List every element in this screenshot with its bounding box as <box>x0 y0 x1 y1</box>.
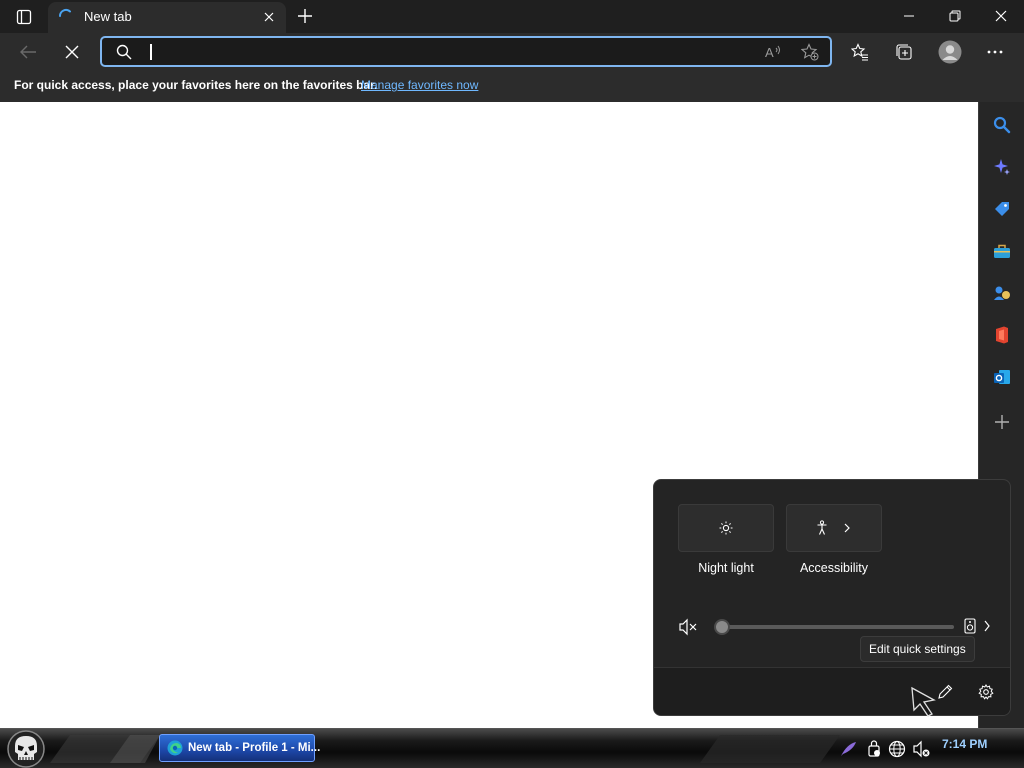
read-aloud-button[interactable]: A <box>764 43 784 61</box>
office-icon <box>996 326 1008 344</box>
browser-toolbar: A <box>0 33 1024 71</box>
sidebar-office-button[interactable] <box>987 320 1017 350</box>
plus-icon <box>995 415 1009 429</box>
tab-new-tab[interactable]: New tab <box>48 2 286 33</box>
favorites-bar: For quick access, place your favorites h… <box>0 71 1024 102</box>
settings-button[interactable] <box>972 678 1000 706</box>
sidebar-shopping-button[interactable] <box>987 194 1017 224</box>
profile-button[interactable] <box>935 37 965 67</box>
sidebar-add-button[interactable] <box>987 407 1017 437</box>
text-caret <box>150 44 152 60</box>
quick-settings-footer <box>654 667 1010 715</box>
accessibility-icon <box>817 520 827 535</box>
screen: New tab A For quick access, place your f… <box>0 0 1024 768</box>
taskbar-window-label: New tab - Profile 1 - Mi... <box>188 742 321 754</box>
tab-actions-button[interactable] <box>8 5 40 29</box>
tab-actions-icon <box>16 9 32 25</box>
speaker-muted-icon <box>913 740 930 758</box>
gear-icon <box>978 684 994 700</box>
sidebar-games-button[interactable] <box>987 278 1017 308</box>
globe-icon <box>888 740 906 758</box>
back-arrow-icon <box>20 45 36 59</box>
minimize-icon <box>904 15 914 17</box>
taskbar: New tab - Profile 1 - Mi... 7:14 PM <box>0 728 1024 768</box>
chevron-right-icon <box>844 523 850 533</box>
favorites-bar-message: For quick access, place your favorites h… <box>14 78 378 92</box>
speaker-muted-icon[interactable] <box>678 618 698 636</box>
taskbar-window-button[interactable]: New tab - Profile 1 - Mi... <box>159 734 320 762</box>
pencil-icon <box>938 684 953 699</box>
games-icon <box>994 286 1010 300</box>
toolbox-icon <box>994 244 1010 258</box>
svg-text:A: A <box>765 45 774 60</box>
browser-title-bar: New tab <box>0 0 1024 33</box>
quick-settings-panel: Night light Accessibility <box>653 479 1011 716</box>
restore-icon <box>949 10 961 22</box>
manage-favorites-link[interactable]: Manage favorites now <box>361 78 478 92</box>
search-icon <box>993 116 1011 134</box>
minimize-button[interactable] <box>886 0 932 32</box>
more-dots-icon <box>987 50 1003 54</box>
address-bar[interactable]: A <box>100 36 832 67</box>
tab-title: New tab <box>84 9 132 24</box>
sidebar-copilot-button[interactable] <box>987 152 1017 182</box>
avatar-icon <box>938 40 962 64</box>
search-icon <box>116 44 132 60</box>
close-icon <box>65 45 79 59</box>
taskbar-clock[interactable]: 7:14 PM <box>942 737 987 751</box>
restore-button[interactable] <box>932 0 978 32</box>
collections-button[interactable] <box>889 37 919 67</box>
accessibility-label: Accessibility <box>799 561 869 575</box>
chevron-right-icon[interactable] <box>982 620 992 632</box>
new-tab-button[interactable] <box>292 4 318 28</box>
tray-feather-icon[interactable] <box>838 739 858 759</box>
sidebar-outlook-button[interactable] <box>987 362 1017 392</box>
tray-volume-button[interactable] <box>912 739 932 759</box>
tray-battery-button[interactable] <box>864 739 884 759</box>
volume-slider-thumb[interactable] <box>714 619 730 635</box>
audio-output-icon[interactable] <box>964 618 976 634</box>
sidebar-search-button[interactable] <box>987 110 1017 140</box>
plus-icon <box>298 9 312 23</box>
add-favorite-button[interactable] <box>800 43 820 61</box>
night-light-label: Night light <box>698 561 754 575</box>
back-button[interactable] <box>13 37 43 67</box>
sparkle-icon <box>994 159 1010 175</box>
favorites-list-icon <box>851 43 868 61</box>
collections-icon <box>896 44 912 60</box>
night-light-icon <box>719 521 733 535</box>
settings-more-button[interactable] <box>980 37 1010 67</box>
loading-spinner-icon <box>58 8 71 17</box>
outlook-icon <box>994 370 1010 384</box>
close-icon <box>264 12 274 22</box>
taskbar-decoration <box>700 735 840 763</box>
feather-icon <box>841 742 856 756</box>
mouse-cursor-icon <box>911 686 936 717</box>
favorites-button[interactable] <box>845 37 875 67</box>
star-add-icon <box>801 43 819 61</box>
sidebar-tools-button[interactable] <box>987 236 1017 266</box>
close-window-button[interactable] <box>978 0 1024 32</box>
stop-loading-button[interactable] <box>57 37 87 67</box>
read-aloud-icon: A <box>765 45 780 60</box>
start-skull-icon[interactable] <box>4 730 48 768</box>
tray-network-button[interactable] <box>887 739 907 759</box>
accessibility-toggle[interactable] <box>786 504 882 552</box>
edit-quick-settings-tooltip: Edit quick settings <box>860 636 975 662</box>
volume-slider-track[interactable] <box>722 625 954 629</box>
close-icon <box>995 10 1007 22</box>
taskbar-decoration <box>50 735 160 763</box>
battery-lock-icon <box>868 740 880 757</box>
price-tag-icon <box>995 202 1009 216</box>
night-light-toggle[interactable] <box>678 504 774 552</box>
tab-close-button[interactable] <box>260 8 278 26</box>
edge-browser-icon <box>167 740 183 756</box>
